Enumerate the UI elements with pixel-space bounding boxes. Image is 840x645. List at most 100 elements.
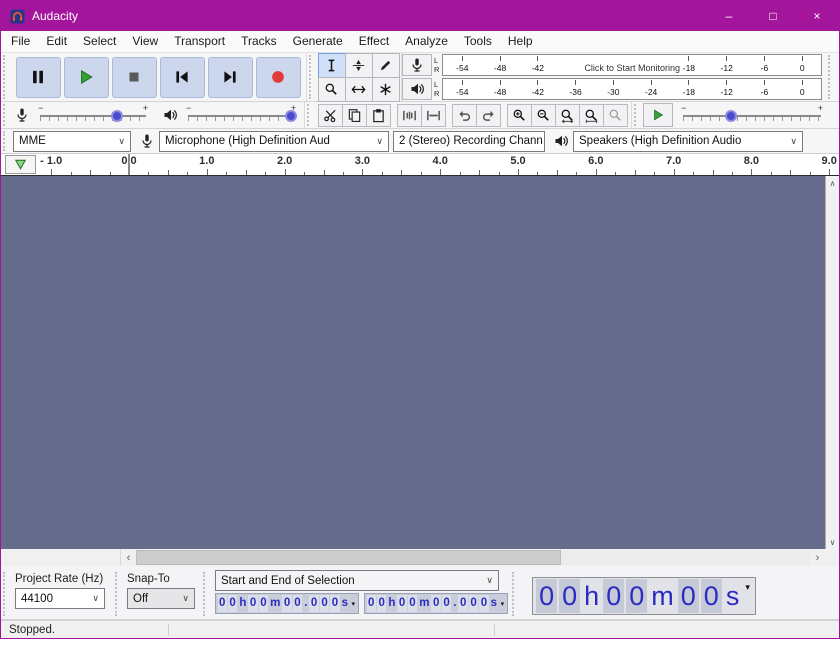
- time-segment: 0: [218, 595, 227, 612]
- meter-monitor-text[interactable]: Click to Start Monitoring: [443, 63, 821, 73]
- ruler-label: 7.0: [666, 155, 681, 167]
- maximize-button[interactable]: □: [751, 1, 795, 31]
- audio-host-select[interactable]: MME∨: [13, 131, 131, 152]
- playback-device-select[interactable]: Speakers (High Definition Audio∨: [573, 131, 803, 152]
- selection-start-field[interactable]: 00h00m00.000s▾: [215, 593, 359, 614]
- toolbar-grip[interactable]: [634, 104, 641, 126]
- paste-button[interactable]: [366, 104, 391, 127]
- ruler-tick: [596, 169, 597, 175]
- selection-tool[interactable]: [318, 53, 346, 78]
- toolbar-grip[interactable]: [512, 572, 520, 616]
- timeshift-tool[interactable]: [345, 77, 373, 102]
- toolbar-grip[interactable]: [309, 55, 316, 99]
- play-speed-slider[interactable]: −+: [677, 105, 827, 125]
- zoom-toggle-button[interactable]: [603, 104, 628, 127]
- toolbar-grip[interactable]: [828, 55, 835, 99]
- menu-item-edit[interactable]: Edit: [38, 31, 75, 52]
- scroll-right-icon[interactable]: ›: [810, 549, 825, 566]
- record-button[interactable]: [256, 57, 301, 98]
- snap-to-select[interactable]: Off∨: [127, 588, 195, 609]
- project-rate-value: 44100: [21, 593, 53, 605]
- time-segment: 0: [282, 595, 291, 612]
- play-button[interactable]: [64, 57, 109, 98]
- vertical-scrollbar[interactable]: ∧ ∨: [825, 176, 839, 549]
- ruler-tick: [362, 169, 363, 175]
- ruler-tick: [148, 172, 149, 175]
- toolbar-grip[interactable]: [3, 55, 10, 99]
- menu-item-generate[interactable]: Generate: [285, 31, 351, 52]
- fit-selection-button[interactable]: [555, 104, 580, 127]
- scissors-icon: [323, 108, 338, 123]
- menu-item-select[interactable]: Select: [75, 31, 124, 52]
- skip-to-end-button[interactable]: [208, 57, 253, 98]
- vertical-scroll-track[interactable]: [826, 190, 839, 535]
- close-button[interactable]: ×: [795, 1, 839, 31]
- stop-button[interactable]: [112, 57, 157, 98]
- menu-item-analyze[interactable]: Analyze: [397, 31, 456, 52]
- selection-end-field[interactable]: 00h00m00.000s▾: [364, 593, 508, 614]
- scroll-left-icon[interactable]: ‹: [121, 549, 136, 566]
- horizontal-scroll-track[interactable]: [136, 550, 810, 565]
- fit-project-button[interactable]: [579, 104, 604, 127]
- chevron-down-icon[interactable]: ▾: [499, 600, 507, 608]
- menu-item-view[interactable]: View: [124, 31, 166, 52]
- recording-channels-select[interactable]: 2 (Stereo) Recording Chann∨: [393, 131, 545, 152]
- timeline-ruler[interactable]: - 1.00.01.02.03.04.05.06.07.08.09.0: [1, 154, 839, 176]
- meter-ticks: [443, 80, 821, 87]
- recording-meter-bar[interactable]: -54-48-42-18-12-60Click to Start Monitor…: [442, 54, 822, 76]
- toolbar-grip[interactable]: [3, 131, 10, 151]
- horizontal-scroll-thumb[interactable]: [136, 550, 561, 565]
- cut-button[interactable]: [318, 104, 343, 127]
- menu-item-tools[interactable]: Tools: [456, 31, 500, 52]
- skip-to-start-button[interactable]: [160, 57, 205, 98]
- menu-item-tracks[interactable]: Tracks: [233, 31, 285, 52]
- scroll-down-icon[interactable]: ∨: [826, 535, 839, 549]
- recording-meter-button[interactable]: [402, 54, 432, 76]
- playback-volume-slider[interactable]: −+: [182, 105, 300, 125]
- audacity-window: Audacity –□× FileEditSelectViewTransport…: [0, 0, 840, 639]
- meter-toolbars: LR-54-48-42-18-12-60Click to Start Monit…: [402, 53, 826, 101]
- zoom-tool[interactable]: [318, 77, 346, 102]
- recording-volume-slider[interactable]: −+: [34, 105, 152, 125]
- ruler-tick: [207, 169, 208, 175]
- toolbar-grip[interactable]: [203, 572, 211, 616]
- slider-thumb[interactable]: [285, 110, 297, 122]
- scroll-up-icon[interactable]: ∧: [826, 176, 839, 190]
- selection-mode-select[interactable]: Start and End of Selection∨: [215, 570, 499, 591]
- menu-item-effect[interactable]: Effect: [351, 31, 397, 52]
- menu-item-help[interactable]: Help: [500, 31, 541, 52]
- ruler-tick: [421, 172, 422, 175]
- audio-host-value: MME: [19, 135, 46, 147]
- recording-device-select[interactable]: Microphone (High Definition Aud∨: [159, 131, 389, 152]
- toolbar-grip[interactable]: [115, 572, 123, 616]
- ruler-tick: [713, 170, 714, 175]
- trim-outside-selection-button[interactable]: [397, 104, 422, 127]
- zoom-out-button[interactable]: [531, 104, 556, 127]
- undo-button[interactable]: [452, 104, 477, 127]
- redo-button[interactable]: [476, 104, 501, 127]
- track-area[interactable]: ∧ ∨: [1, 176, 839, 549]
- copy-button[interactable]: [342, 104, 367, 127]
- minimize-button[interactable]: –: [707, 1, 751, 31]
- play-at-speed-button[interactable]: [643, 103, 673, 127]
- envelope-tool[interactable]: [345, 53, 373, 78]
- multi-tool[interactable]: [372, 77, 400, 102]
- pause-button[interactable]: [16, 57, 61, 98]
- audio-position-display[interactable]: 00h00m00s▾: [532, 577, 756, 615]
- ruler-tick: [693, 172, 694, 175]
- draw-tool[interactable]: [372, 53, 400, 78]
- playback-meter-bar[interactable]: -54-48-42-36-30-24-18-12-60: [442, 78, 822, 100]
- zoom-in-button[interactable]: [507, 104, 532, 127]
- chevron-down-icon: ∨: [543, 136, 545, 147]
- chevron-down-icon[interactable]: ▾: [350, 600, 358, 608]
- chevron-down-icon[interactable]: ▾: [742, 582, 753, 593]
- toolbar-grip[interactable]: [307, 104, 314, 126]
- menu-item-transport[interactable]: Transport: [166, 31, 233, 52]
- toolbar-grip[interactable]: [3, 572, 11, 616]
- toolbar-grip[interactable]: [3, 104, 10, 126]
- project-rate-select[interactable]: 44100∨: [15, 588, 105, 609]
- silence-selection-button[interactable]: [421, 104, 446, 127]
- timeline-options-button[interactable]: [5, 155, 36, 174]
- playback-meter-button[interactable]: [402, 78, 432, 100]
- menu-item-file[interactable]: File: [3, 31, 38, 52]
